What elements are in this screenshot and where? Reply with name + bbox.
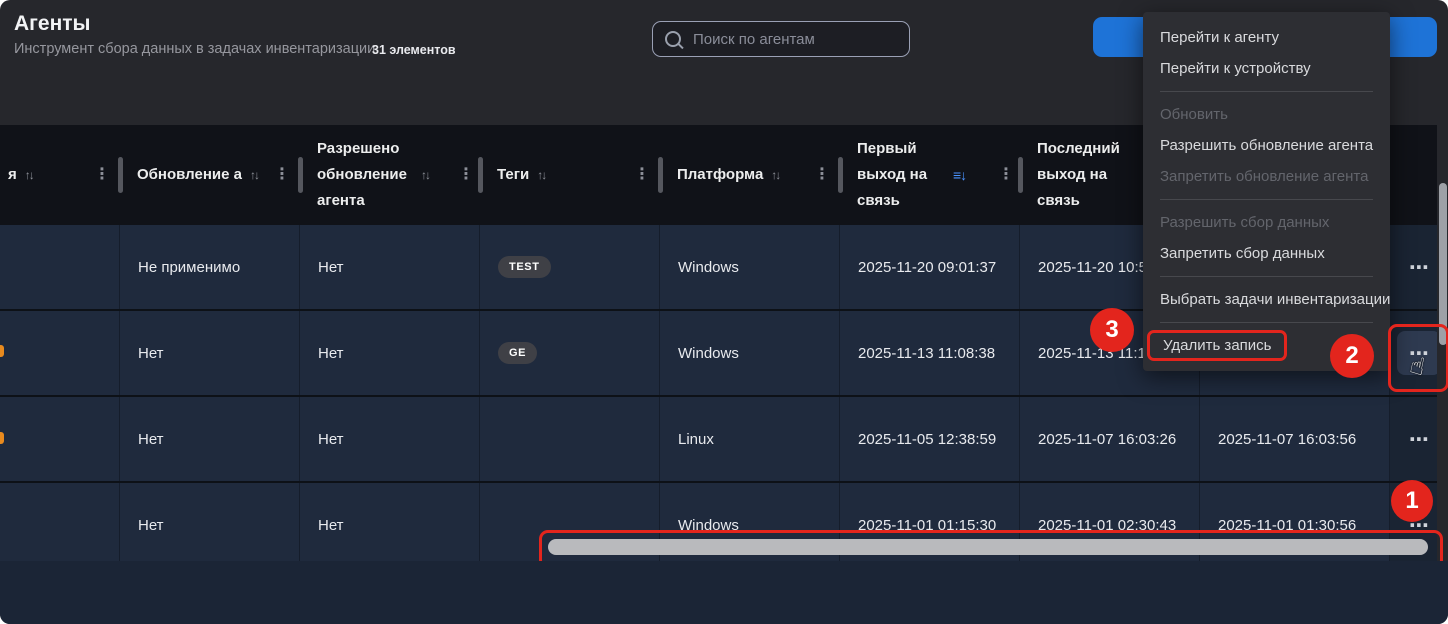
cell-update: Не применимо [120,225,300,309]
sort-descending-active-icon[interactable]: ≡↓ [953,162,966,188]
column-menu-icon[interactable]: ⋮ [274,162,290,188]
cell-allowed: Нет [300,311,480,395]
column-header-platform[interactable]: Платформа ↑↓ ⋮ [660,125,840,225]
annotation-step-1: 1 [1391,480,1433,522]
menu-divider [1160,199,1373,200]
menu-divider [1160,276,1373,277]
cell-update: Нет [120,397,300,481]
status-indicator [0,432,4,444]
sort-icon[interactable]: ↑↓ [25,162,33,188]
menu-divider [1160,91,1373,92]
menu-item-update: Обновить [1143,99,1390,130]
cell-platform: Linux [660,397,840,481]
cell-first-contact: 2025-11-20 09:01:37 [840,225,1020,309]
tag-badge: GE [498,342,537,364]
agents-page: Агенты Инструмент сбора данных в задачах… [0,0,1448,624]
menu-divider [1160,322,1373,323]
column-header-update-allowed[interactable]: Разрешено обновление агента ↑↓ ⋮ [300,125,480,225]
page-subtitle: Инструмент сбора данных в задачах инвент… [14,41,375,57]
pagination-bar: Номер 1 ▲ ▼ Перейти Строк на странице 10… [0,561,1448,624]
table-row[interactable]: Нет Нет Linux 2025-11-05 12:38:59 2025-1… [0,397,1448,483]
column-menu-icon[interactable]: ⋮ [814,162,830,188]
cell-platform: Windows [660,311,840,395]
cell-extra: 2025-11-07 16:03:56 [1200,397,1390,481]
page-title: Агенты [14,12,91,36]
cell-first-contact: 2025-11-13 11:08:38 [840,311,1020,395]
cell-update: Нет [120,483,300,567]
cell-allowed: Нет [300,397,480,481]
column-menu-icon[interactable]: ⋮ [94,162,110,188]
row-context-menu: Перейти к агенту Перейти к устройству Об… [1143,12,1390,371]
row-actions-button[interactable]: ⋯ [1397,417,1441,461]
cell-first-contact: 2025-11-05 12:38:59 [840,397,1020,481]
status-indicator [0,345,4,357]
annotation-step-2: 2 [1330,334,1374,378]
sort-icon[interactable]: ↑↓ [421,162,429,188]
cell-last-contact: 2025-11-07 16:03:26 [1020,397,1200,481]
menu-item-go-to-agent[interactable]: Перейти к агенту [1143,22,1390,53]
annotation-step-3: 3 [1090,308,1134,352]
sort-icon[interactable]: ↑↓ [250,162,258,188]
tag-badge: TEST [498,256,551,278]
search-icon [665,31,681,47]
cell-update: Нет [120,311,300,395]
menu-item-forbid-data-collection[interactable]: Запретить сбор данных [1143,238,1390,269]
horizontal-scrollbar-thumb[interactable] [548,539,1428,555]
row-actions-button[interactable]: ⋯ [1397,245,1441,289]
search-input[interactable] [691,30,897,49]
search-field[interactable] [652,21,910,57]
column-header-update[interactable]: Обновление а ↑↓ ⋮ [120,125,300,225]
menu-item-go-to-device[interactable]: Перейти к устройству [1143,53,1390,84]
menu-item-delete-record[interactable]: Удалить запись [1147,330,1287,361]
column-header-tags[interactable]: Теги ↑↓ ⋮ [480,125,660,225]
sort-icon[interactable]: ↑↓ [771,162,779,188]
cell-platform: Windows [660,225,840,309]
sort-icon[interactable]: ↑↓ [537,162,545,188]
menu-item-forbid-agent-update: Запретить обновление агента [1143,161,1390,192]
column-menu-icon[interactable]: ⋮ [634,162,650,188]
cell-allowed: Нет [300,483,480,567]
menu-item-allow-agent-update[interactable]: Разрешить обновление агента [1143,130,1390,161]
column-menu-icon[interactable]: ⋮ [998,162,1014,188]
vertical-scrollbar-thumb[interactable] [1439,183,1447,345]
cell-allowed: Нет [300,225,480,309]
menu-item-allow-data-collection: Разрешить сбор данных [1143,207,1390,238]
items-count: 31 элементов [372,43,456,57]
column-header-version[interactable]: я ↑↓ ⋮ [0,125,120,225]
column-menu-icon[interactable]: ⋮ [458,162,474,188]
column-header-first-contact[interactable]: Первый выход на связь ≡↓ ⋮ [840,125,1020,225]
menu-item-select-inventory-tasks[interactable]: Выбрать задачи инвентаризации [1143,284,1390,315]
